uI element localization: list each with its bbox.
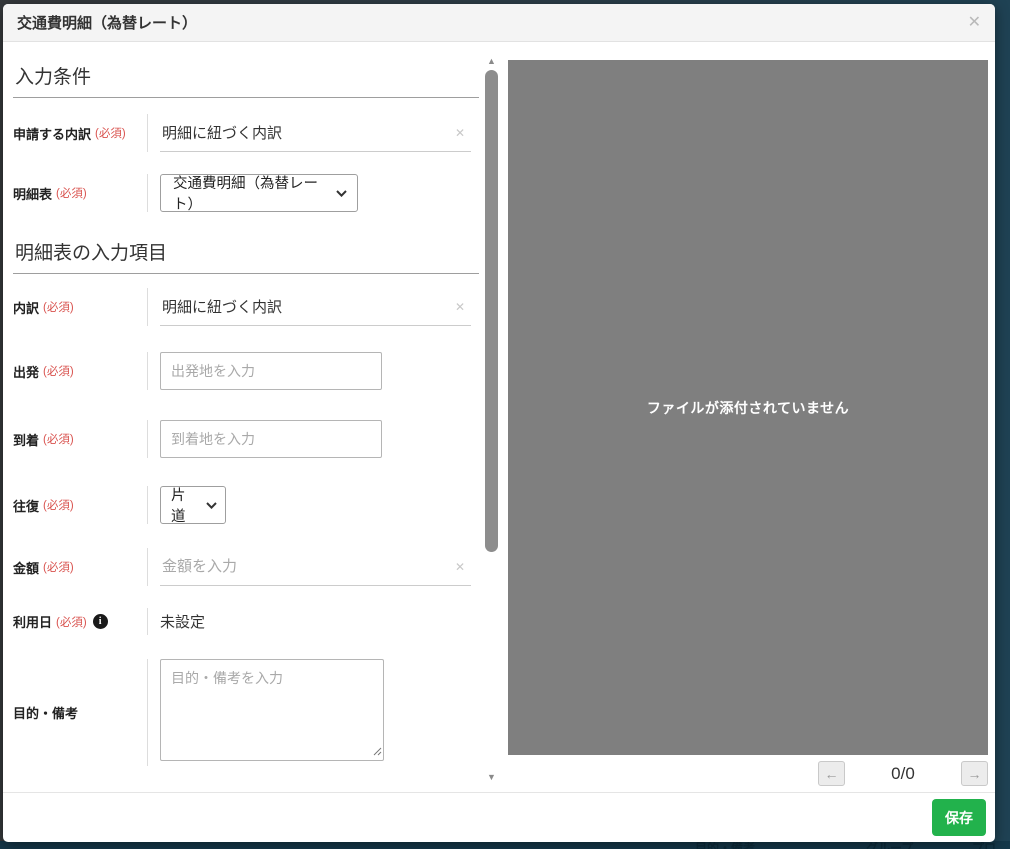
scrollbar-thumb[interactable] bbox=[485, 70, 498, 552]
round-trip-label-cell: 往復 (必須) bbox=[11, 486, 148, 524]
background-page-strip: 目的・備考 グループ プロ bbox=[0, 841, 1010, 849]
chevron-down-icon bbox=[336, 189, 347, 197]
required-badge: (必須) bbox=[43, 366, 74, 378]
detail-table-label-cell: 明細表 (必須) bbox=[11, 174, 148, 212]
purpose-label-cell: 目的・備考 bbox=[11, 659, 148, 766]
required-badge: (必須) bbox=[56, 188, 87, 200]
form-row-apply-breakdown: 申請する内訳 (必須) ✕ bbox=[11, 114, 481, 152]
section-title-input-conditions: 入力条件 bbox=[13, 54, 479, 98]
required-badge: (必須) bbox=[43, 562, 74, 574]
form-row-departure: 出発 (必須) bbox=[11, 352, 481, 390]
info-icon[interactable]: i bbox=[92, 614, 108, 629]
usage-date-value: 未設定 bbox=[160, 614, 206, 631]
scroll-down-icon[interactable]: ▼ bbox=[487, 773, 496, 782]
usage-date-control: 未設定 bbox=[148, 608, 481, 635]
purpose-textarea[interactable] bbox=[160, 659, 384, 761]
amount-label-cell: 金額 (必須) bbox=[11, 548, 148, 586]
form-row-round-trip: 往復 (必須) 片道 bbox=[11, 486, 481, 525]
background-text: 目的・備考 bbox=[695, 841, 756, 849]
departure-control bbox=[148, 352, 481, 390]
breakdown-input-wrap: ✕ bbox=[160, 288, 471, 326]
usage-date-label-cell: 利用日 (必須) i bbox=[11, 608, 148, 635]
round-trip-select[interactable]: 片道 bbox=[160, 486, 226, 525]
apply-breakdown-input[interactable] bbox=[160, 114, 471, 152]
form-pane: 入力条件 申請する内訳 (必須) ✕ 明細表 (必須) bbox=[3, 42, 481, 792]
resize-handle-icon[interactable] bbox=[373, 743, 382, 761]
scroll-up-icon[interactable]: ▲ bbox=[487, 57, 496, 66]
chevron-down-icon bbox=[206, 501, 217, 509]
arrival-label: 到着 bbox=[13, 432, 40, 448]
departure-label-cell: 出発 (必須) bbox=[11, 352, 148, 390]
detail-table-select-value: 交通費明細（為替レート） bbox=[173, 176, 318, 213]
purpose-label: 目的・備考 bbox=[13, 706, 79, 721]
departure-label: 出発 bbox=[13, 364, 40, 380]
form-row-breakdown: 内訳 (必須) ✕ bbox=[11, 288, 481, 326]
required-badge: (必須) bbox=[43, 500, 74, 512]
close-icon[interactable]: ✕ bbox=[968, 14, 981, 31]
detail-table-label: 明細表 bbox=[13, 186, 53, 202]
amount-label: 金額 bbox=[13, 560, 40, 576]
required-badge: (必須) bbox=[43, 302, 74, 314]
no-attachment-message: ファイルが添付されていません bbox=[646, 399, 850, 416]
detail-table-select[interactable]: 交通費明細（為替レート） bbox=[160, 174, 358, 213]
apply-breakdown-label-cell: 申請する内訳 (必須) bbox=[11, 114, 148, 152]
apply-breakdown-input-wrap: ✕ bbox=[160, 114, 471, 152]
attachment-pager: ← 0/0 → bbox=[818, 761, 988, 786]
expense-detail-modal: 交通費明細（為替レート） ✕ 入力条件 申請する内訳 (必須) ✕ bbox=[3, 4, 995, 842]
required-badge: (必須) bbox=[43, 434, 74, 446]
breakdown-control: ✕ bbox=[148, 288, 481, 326]
required-badge: (必須) bbox=[95, 128, 126, 140]
clear-icon[interactable]: ✕ bbox=[455, 300, 465, 314]
apply-breakdown-control: ✕ bbox=[148, 114, 481, 152]
departure-input[interactable] bbox=[160, 352, 382, 390]
modal-title: 交通費明細（為替レート） bbox=[17, 15, 198, 32]
form-row-usage-date: 利用日 (必須) i 未設定 bbox=[11, 608, 481, 635]
arrival-label-cell: 到着 (必須) bbox=[11, 420, 148, 458]
page-indicator: 0/0 bbox=[891, 763, 915, 783]
background-text: プロ bbox=[972, 841, 997, 849]
form-scrollbar: ▲ ▼ bbox=[483, 42, 500, 792]
amount-input[interactable] bbox=[160, 548, 471, 586]
amount-control: ✕ bbox=[148, 548, 481, 586]
purpose-control bbox=[148, 659, 481, 766]
amount-input-wrap: ✕ bbox=[160, 548, 471, 586]
attachment-preview-pane: ファイルが添付されていません ← 0/0 → bbox=[500, 42, 995, 792]
usage-date-label: 利用日 bbox=[13, 615, 53, 630]
form-row-amount: 金額 (必須) ✕ bbox=[11, 548, 481, 586]
clear-icon[interactable]: ✕ bbox=[455, 560, 465, 574]
modal-body: 入力条件 申請する内訳 (必須) ✕ 明細表 (必須) bbox=[3, 42, 995, 792]
required-badge: (必須) bbox=[56, 616, 87, 629]
purpose-textarea-wrap bbox=[160, 659, 384, 766]
section-title-detail-inputs: 明細表の入力項目 bbox=[13, 228, 479, 274]
form-row-detail-table: 明細表 (必須) 交通費明細（為替レート） bbox=[11, 174, 481, 213]
arrival-input[interactable] bbox=[160, 420, 382, 458]
clear-icon[interactable]: ✕ bbox=[455, 126, 465, 140]
save-button[interactable]: 保存 bbox=[932, 799, 986, 836]
form-row-purpose: 目的・備考 bbox=[11, 659, 481, 766]
breakdown-label-cell: 内訳 (必須) bbox=[11, 288, 148, 326]
round-trip-control: 片道 bbox=[148, 486, 481, 525]
breakdown-label: 内訳 bbox=[13, 300, 40, 316]
attachment-preview-area: ファイルが添付されていません bbox=[508, 60, 988, 755]
arrival-control bbox=[148, 420, 481, 458]
modal-footer: 保存 bbox=[3, 792, 995, 842]
modal-header: 交通費明細（為替レート） ✕ bbox=[3, 4, 995, 42]
form-row-arrival: 到着 (必須) bbox=[11, 420, 481, 458]
detail-table-control: 交通費明細（為替レート） bbox=[148, 174, 481, 213]
prev-page-button[interactable]: ← bbox=[818, 761, 845, 786]
breakdown-input[interactable] bbox=[160, 288, 471, 326]
background-text: グループ bbox=[866, 841, 914, 849]
round-trip-select-value: 片道 bbox=[171, 488, 186, 525]
apply-breakdown-label: 申請する内訳 bbox=[13, 126, 92, 142]
next-page-button[interactable]: → bbox=[960, 761, 988, 786]
round-trip-label: 往復 bbox=[13, 498, 40, 514]
